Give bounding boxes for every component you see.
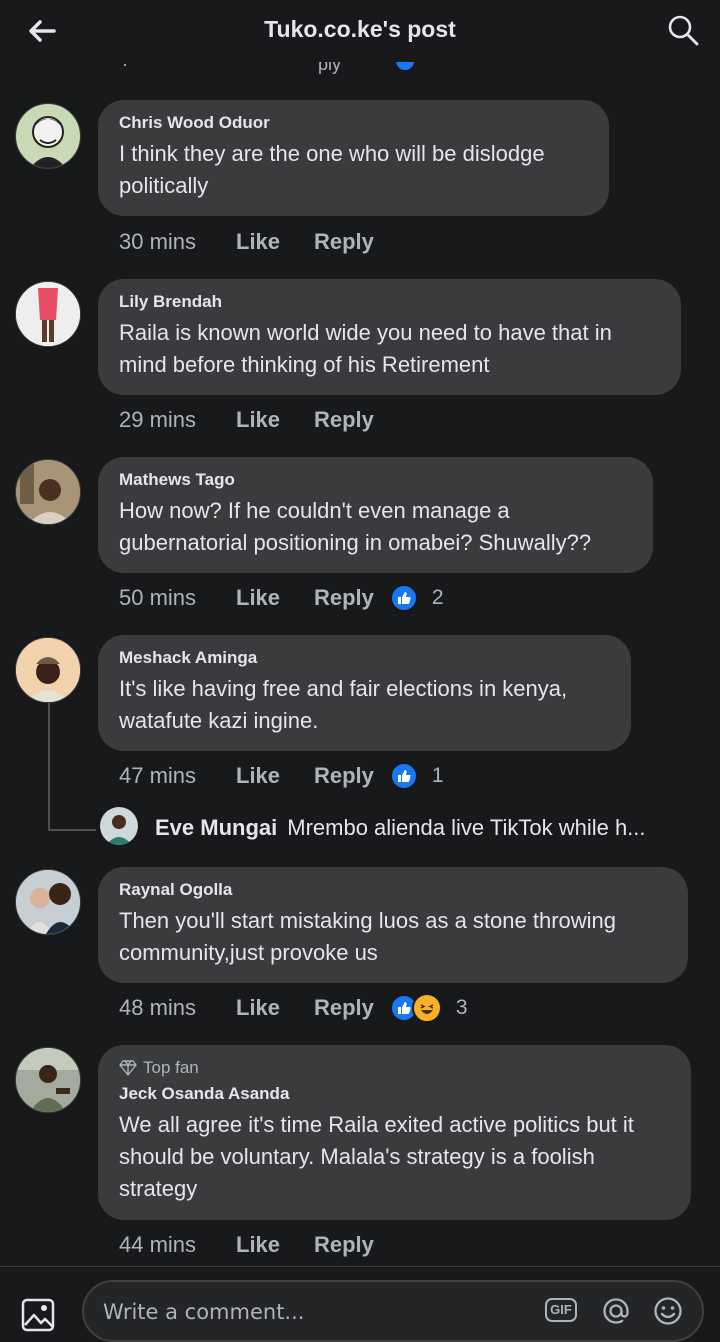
reply-preview[interactable]: Eve Mungai Mrembo alienda live TikTok whi… (100, 807, 710, 847)
reaction-summary[interactable]: 2 (389, 584, 444, 612)
avatar[interactable] (15, 637, 81, 703)
like-button[interactable]: Like (236, 407, 314, 433)
comment-time[interactable]: 30 mins (119, 229, 236, 255)
like-button[interactable]: Like (236, 229, 314, 255)
reply-button[interactable]: Reply (314, 1232, 374, 1258)
comment-bubble[interactable]: Raynal Ogolla Then you'll start mistakin… (98, 867, 688, 983)
diamond-icon (119, 1060, 137, 1076)
reaction-summary[interactable]: 1 (389, 762, 444, 790)
badge-label: Top fan (143, 1058, 199, 1077)
comment-actions: 48 mins Like Reply 3 (119, 993, 468, 1023)
comment-bubble[interactable]: Top fan Jeck Osanda Asanda We all agree … (98, 1045, 691, 1220)
comment-author[interactable]: Raynal Ogolla (119, 880, 666, 900)
comment-text: Raila is known world wide you need to ha… (119, 320, 612, 377)
like-reaction-icon (389, 762, 418, 790)
comment-actions: 29 mins Like Reply (119, 405, 390, 435)
comment-input[interactable] (101, 1296, 525, 1328)
top-fan-badge: Top fan (119, 1058, 669, 1078)
comment-bubble[interactable]: Lily Brendah Raila is known world wide y… (98, 279, 681, 395)
reaction-count: 1 (431, 764, 444, 787)
comment-text: We all agree it's time Raila exited acti… (119, 1112, 634, 1201)
comment-author[interactable]: Mathews Tago (119, 470, 631, 490)
photo-icon[interactable] (20, 1295, 60, 1335)
like-button[interactable]: Like (236, 763, 314, 789)
comment-actions: 44 mins Like Reply (119, 1230, 390, 1260)
comment-text: How now? If he couldn't even manage a gu… (119, 498, 592, 555)
haha-reaction-icon (411, 993, 442, 1023)
reply-button[interactable]: Reply (314, 407, 374, 433)
thread-connector (48, 703, 96, 831)
gif-icon[interactable]: GIF (545, 1298, 577, 1322)
previous-comment-meta: · ply (118, 62, 438, 76)
comment-author[interactable]: Jeck Osanda Asanda (119, 1084, 669, 1104)
top-bar: Tuko.co.ke's post (0, 0, 720, 62)
emoji-icon[interactable] (652, 1295, 684, 1327)
comment-actions: 47 mins Like Reply 1 (119, 761, 444, 791)
comment-time[interactable]: 50 mins (119, 585, 236, 611)
comment-bubble[interactable]: Mathews Tago How now? If he couldn't eve… (98, 457, 653, 573)
comment-composer: GIF (0, 1266, 720, 1342)
page-title: Tuko.co.ke's post (264, 16, 456, 42)
at-icon[interactable] (600, 1295, 632, 1327)
comment-text: It's like having free and fair elections… (119, 676, 568, 733)
reply-snippet: Mrembo alienda live TikTok while h... (287, 815, 646, 840)
like-button[interactable]: Like (236, 1232, 314, 1258)
comment-author[interactable]: Meshack Aminga (119, 648, 609, 668)
comment-text: Then you'll start mistaking luos as a st… (119, 908, 616, 965)
comment-text: I think they are the one who will be dis… (119, 141, 545, 198)
reply-button[interactable]: Reply (314, 995, 374, 1021)
avatar[interactable] (15, 459, 81, 525)
comment-time[interactable]: 48 mins (119, 995, 236, 1021)
reaction-count: 2 (431, 586, 444, 609)
comment-time[interactable]: 44 mins (119, 1232, 236, 1258)
reaction-summary[interactable]: 3 (389, 993, 468, 1023)
comment-actions: 50 mins Like Reply 2 (119, 583, 444, 613)
previous-comment-reply[interactable]: ply (318, 62, 341, 75)
like-button[interactable]: Like (236, 995, 314, 1021)
comment-bubble[interactable]: Meshack Aminga It's like having free and… (98, 635, 631, 751)
reply-preview-text: Eve Mungai Mrembo alienda live TikTok whi… (155, 815, 646, 841)
like-reaction-icon (389, 584, 418, 612)
comment-actions: 30 mins Like Reply (119, 227, 390, 257)
comment-input-box[interactable]: GIF (82, 1280, 704, 1342)
comment-time[interactable]: 47 mins (119, 763, 236, 789)
reply-button[interactable]: Reply (314, 763, 374, 789)
comment-time[interactable]: 29 mins (119, 407, 236, 433)
reply-button[interactable]: Reply (314, 585, 374, 611)
comment-author[interactable]: Chris Wood Oduor (119, 113, 587, 133)
reaction-count: 3 (455, 996, 468, 1019)
comment-author[interactable]: Lily Brendah (119, 292, 659, 312)
reply-button[interactable]: Reply (314, 229, 374, 255)
previous-comment-time: · (122, 62, 128, 74)
reply-author[interactable]: Eve Mungai (155, 815, 277, 840)
avatar[interactable] (100, 807, 138, 845)
avatar[interactable] (15, 869, 81, 935)
avatar[interactable] (15, 103, 81, 169)
avatar[interactable] (15, 1047, 81, 1113)
search-icon[interactable] (666, 13, 700, 47)
comment-bubble[interactable]: Chris Wood Oduor I think they are the on… (98, 100, 609, 216)
like-button[interactable]: Like (236, 585, 314, 611)
avatar[interactable] (15, 281, 81, 347)
like-reaction-icon (396, 62, 414, 70)
